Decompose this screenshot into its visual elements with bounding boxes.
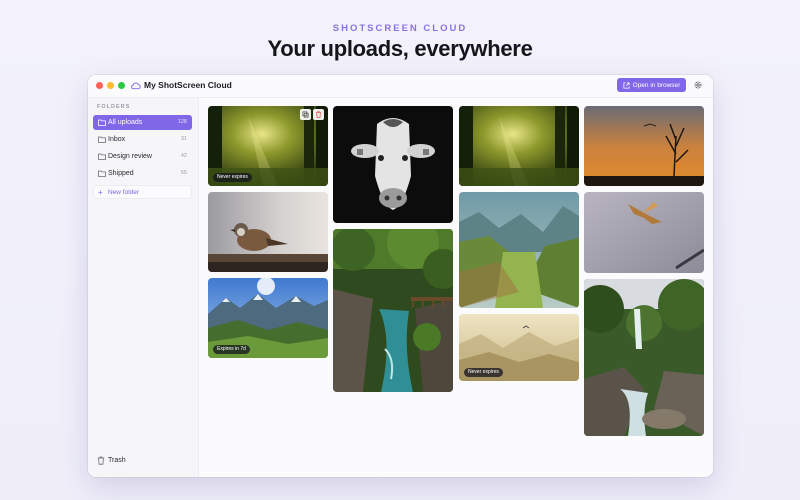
sidebar-item-count: 128	[177, 119, 187, 125]
sidebar-item-label: Inbox	[108, 136, 126, 143]
forest-river-image	[333, 229, 453, 392]
forest-sunbeams-image	[459, 106, 579, 186]
folder-icon	[98, 153, 106, 160]
sidebar-item-all-uploads[interactable]: All uploads 128	[93, 115, 192, 130]
external-link-icon	[623, 81, 630, 89]
close-window-button[interactable]	[96, 82, 103, 89]
folder-icon	[98, 119, 106, 126]
trash-label: Trash	[108, 457, 126, 464]
window-title: My ShotScreen Cloud	[144, 80, 232, 90]
image-tile-misty-mountains[interactable]: Never expires	[459, 314, 579, 381]
image-tile-forest-sunbeams[interactable]: Never expires	[208, 106, 328, 186]
image-tile-sunset-tree[interactable]	[584, 106, 704, 186]
sidebar-item-inbox[interactable]: Inbox 31	[93, 132, 192, 147]
image-tile-sparrow[interactable]	[208, 192, 328, 272]
sidebar-item-count: 42	[180, 153, 187, 159]
plus-icon: +	[98, 188, 103, 197]
delete-button[interactable]	[313, 109, 324, 120]
new-folder-label: New folder	[108, 189, 140, 196]
trash-icon	[97, 456, 105, 465]
green-valley-image	[459, 192, 579, 308]
image-tile-cow[interactable]	[333, 106, 453, 223]
sidebar-item-label: All uploads	[108, 119, 143, 126]
image-tile-forest-sunbeams-2[interactable]	[459, 106, 579, 186]
cloud-icon	[131, 82, 141, 90]
folder-icon	[98, 170, 106, 177]
sidebar-heading: FOLDERS	[97, 104, 131, 110]
sidebar-item-count: 55	[180, 170, 187, 176]
sparrow-image	[208, 192, 328, 272]
hero-eyebrow: SHOTSCREEN CLOUD	[332, 23, 468, 34]
open-in-browser-label: Open in browser	[632, 81, 681, 89]
image-tile-forest-river[interactable]	[333, 229, 453, 392]
open-in-browser-button[interactable]: Open in browser	[617, 78, 686, 92]
bird-flight-image	[584, 192, 704, 273]
sidebar: FOLDERS All uploads 128 Inbox 31 Design …	[88, 98, 199, 477]
image-tile-green-valley[interactable]	[459, 192, 579, 308]
app-window: My ShotScreen Cloud Open in browser FOLD…	[88, 75, 713, 477]
image-tile-bird-flight[interactable]	[584, 192, 704, 273]
folder-icon	[98, 136, 106, 143]
minimize-window-button[interactable]	[107, 82, 114, 89]
sidebar-item-shipped[interactable]: Shipped 55	[93, 166, 192, 181]
zoom-window-button[interactable]	[118, 82, 125, 89]
sidebar-item-label: Design review	[108, 153, 152, 160]
gallery: Never expires Expires in 7d Never expire…	[199, 98, 713, 477]
hero-title: Your uploads, everywhere	[267, 36, 533, 61]
sidebar-item-design-review[interactable]: Design review 42	[93, 149, 192, 164]
sunset-tree-image	[584, 106, 704, 186]
sidebar-item-count: 31	[180, 136, 187, 142]
expiry-badge: Never expires	[464, 368, 503, 377]
image-tile-mountain-valley[interactable]: Expires in 7d	[208, 278, 328, 358]
copy-link-button[interactable]	[300, 109, 311, 120]
titlebar: My ShotScreen Cloud Open in browser	[88, 75, 713, 98]
image-tile-waterfall[interactable]	[584, 279, 704, 436]
expiry-badge: Never expires	[213, 173, 252, 182]
expiry-badge: Expires in 7d	[213, 345, 250, 354]
sidebar-item-label: Shipped	[108, 170, 134, 177]
copy-icon	[302, 111, 309, 118]
cow-image	[333, 106, 453, 223]
new-folder-button[interactable]: + New folder	[93, 185, 192, 199]
gear-icon[interactable]	[693, 80, 703, 90]
trash-icon	[316, 111, 321, 118]
waterfall-image	[584, 279, 704, 436]
